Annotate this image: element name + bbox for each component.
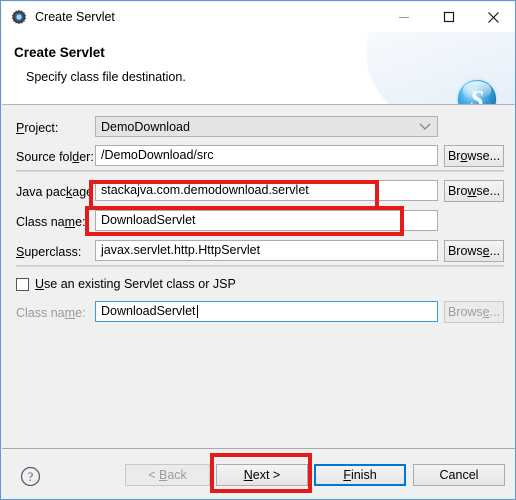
- existing-class-browse-button: Browse...: [444, 301, 504, 323]
- class-name-label: Class name:: [16, 215, 86, 229]
- cancel-label: Cancel: [439, 468, 479, 482]
- source-folder-row: Source folder:: [16, 146, 94, 168]
- class-name-input[interactable]: DownloadServlet: [95, 210, 438, 231]
- browse-label: Browse...: [447, 244, 501, 258]
- svg-text:S: S: [470, 87, 484, 105]
- stackjava-s-logo: S: [455, 77, 499, 105]
- use-existing-row[interactable]: Use an existing Servlet class or JSP: [16, 273, 236, 295]
- use-existing-label: Use an existing Servlet class or JSP: [35, 277, 236, 291]
- source-folder-value: /DemoDownload/src: [101, 148, 214, 163]
- existing-class-name-row: Class name:: [16, 302, 86, 324]
- project-label: Project:: [16, 121, 59, 135]
- window-controls: [381, 2, 515, 32]
- next-button[interactable]: Next >: [216, 464, 308, 486]
- superclass-browse-button[interactable]: Browse...: [444, 240, 504, 262]
- maximize-button[interactable]: [426, 2, 471, 32]
- java-package-row: Java package: [16, 181, 93, 203]
- project-value: DemoDownload: [101, 119, 190, 134]
- source-folder-input[interactable]: /DemoDownload/src: [95, 145, 438, 166]
- use-existing-checkbox[interactable]: [16, 277, 29, 291]
- java-package-browse-button[interactable]: Browse...: [444, 180, 504, 202]
- existing-class-name-label: Class name:: [16, 306, 86, 320]
- minimize-icon: [398, 17, 409, 18]
- chevron-down-icon: [419, 123, 431, 130]
- class-name-value: DownloadServlet: [101, 213, 196, 228]
- help-icon[interactable]: ?: [20, 466, 41, 487]
- wizard-header: Create Servlet Specify class file destin…: [2, 32, 515, 105]
- java-package-label: Java package: [16, 185, 94, 199]
- finish-button[interactable]: Finish: [314, 464, 406, 486]
- close-icon: [488, 11, 499, 23]
- minimize-button[interactable]: [381, 2, 426, 32]
- window-title: Create Servlet: [35, 9, 115, 24]
- superclass-label: Superclass:: [16, 245, 82, 259]
- superclass-value: javax.servlet.http.HttpServlet: [101, 243, 261, 258]
- page-subtitle: Specify class file destination.: [26, 70, 186, 84]
- browse-label: Browse...: [447, 184, 501, 198]
- separator-top: [16, 170, 504, 172]
- browse-label: Browse...: [447, 149, 501, 163]
- next-label: Next >: [243, 468, 281, 482]
- wizard-body: Project: DemoDownload Source folder: /De…: [2, 105, 515, 448]
- servlet-gear-icon: [11, 9, 27, 25]
- java-package-value: stackajva.com.demodownload.servlet: [101, 183, 309, 198]
- title-bar: Create Servlet: [2, 2, 515, 32]
- finish-label: Finish: [343, 468, 377, 482]
- existing-class-name-input[interactable]: DownloadServlet: [95, 301, 438, 322]
- browse-label: Browse...: [447, 305, 501, 319]
- project-row: Project:: [16, 117, 58, 139]
- text-cursor: [196, 305, 198, 318]
- separator-middle: [16, 265, 504, 267]
- class-name-row: Class name:: [16, 211, 86, 233]
- back-button: < Back: [125, 464, 210, 486]
- maximize-icon: [443, 11, 454, 23]
- project-combobox[interactable]: DemoDownload: [95, 116, 438, 137]
- superclass-row: Superclass:: [16, 241, 81, 263]
- existing-class-name-value: DownloadServlet: [101, 304, 196, 319]
- source-folder-label: Source folder:: [16, 150, 94, 164]
- cancel-button[interactable]: Cancel: [413, 464, 505, 486]
- close-button[interactable]: [471, 2, 515, 32]
- back-label: < Back: [148, 468, 187, 482]
- source-folder-browse-button[interactable]: Browse...: [444, 145, 504, 167]
- svg-text:?: ?: [28, 470, 34, 484]
- superclass-input[interactable]: javax.servlet.http.HttpServlet: [95, 240, 438, 261]
- create-servlet-dialog: Create Servlet Create Servlet Specify cl…: [0, 0, 516, 500]
- dialog-footer: ? < Back Next > Finish Cancel: [2, 448, 515, 499]
- page-title: Create Servlet: [14, 45, 105, 60]
- java-package-input[interactable]: stackajva.com.demodownload.servlet: [95, 180, 438, 201]
